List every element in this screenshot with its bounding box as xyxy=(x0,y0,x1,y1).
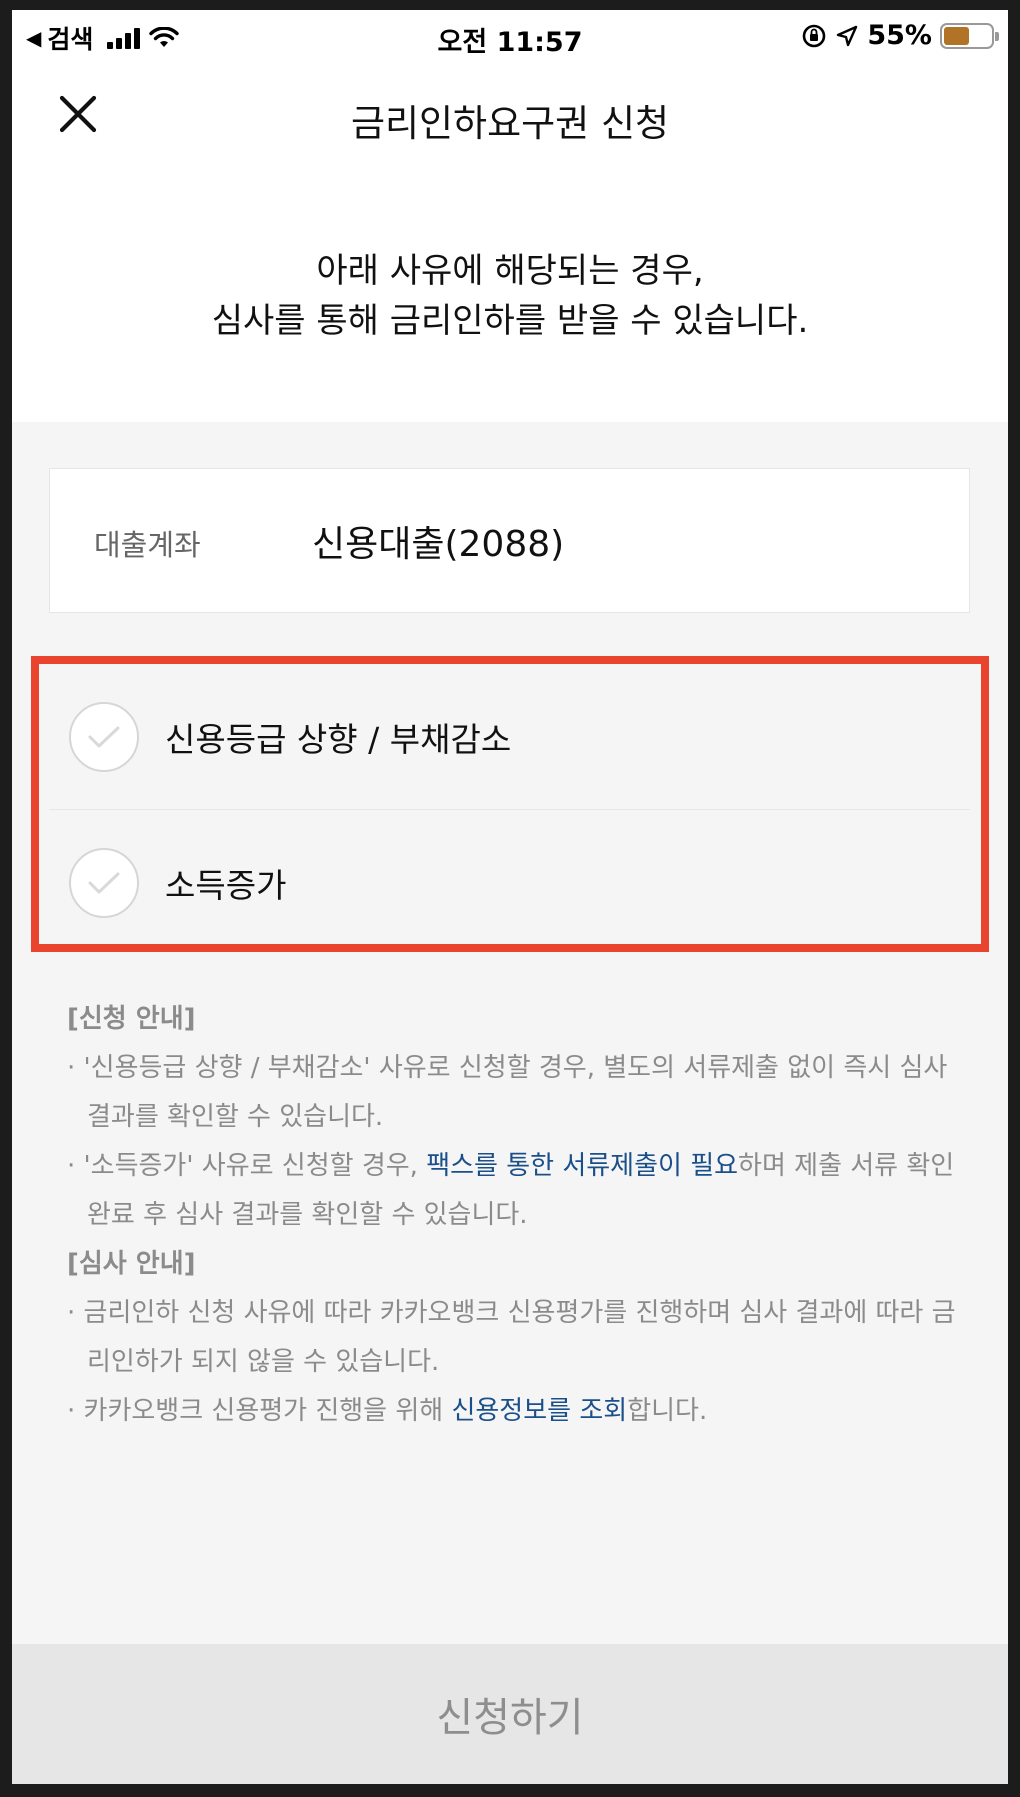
reason-label: 소득증가 xyxy=(165,865,287,905)
reason-list: 신용등급 상향 / 부채감소 소득증가 xyxy=(49,665,970,955)
rotation-lock-icon xyxy=(803,24,826,47)
notice-section: [신청 안내] · '신용등급 상향 / 부채감소' 사유로 신청할 경우, 별… xyxy=(67,995,967,1436)
checkmark-icon xyxy=(88,872,120,893)
reason-option-income[interactable]: 소득증가 xyxy=(49,810,970,955)
submit-button[interactable]: 신청하기 xyxy=(12,1644,1008,1784)
intro-line-1: 아래 사유에 해당되는 경우, xyxy=(316,251,704,291)
reason-option-credit[interactable]: 신용등급 상향 / 부채감소 xyxy=(49,665,970,810)
review-item-2-text: · 카카오뱅크 신용평가 진행을 위해 xyxy=(67,1396,452,1426)
review-guide-item-2: · 카카오뱅크 신용평가 진행을 위해 신용정보를 조회합니다. xyxy=(67,1387,967,1436)
apply-guide-item-2: · '소득증가' 사유로 신청할 경우, 팩스를 통한 서류제출이 필요하며 제… xyxy=(67,1142,967,1240)
loan-account-card: 대출계좌 신용대출(2088) xyxy=(49,468,970,613)
intro-line-2: 심사를 통해 금리인하를 받을 수 있습니다. xyxy=(211,301,809,341)
battery-tip xyxy=(995,31,999,41)
account-label: 대출계좌 xyxy=(94,528,201,562)
review-guide-item-1: · 금리인하 신청 사유에 따라 카카오뱅크 신용평가를 진행하며 심사 결과에… xyxy=(67,1298,956,1377)
device-frame: ◀ 검색 오전 11:57 55% 금리인하요구권 신청 아래 사유에 해당되는… xyxy=(0,0,1020,1797)
apply-guide-heading: [신청 안내] xyxy=(67,1004,196,1034)
apply-guide-item-1: · '신용등급 상향 / 부채감소' 사유로 신청할 경우, 별도의 서류제출 … xyxy=(67,1053,948,1132)
app-screen: ◀ 검색 오전 11:57 55% 금리인하요구권 신청 아래 사유에 해당되는… xyxy=(12,10,1008,1784)
status-right: 55% xyxy=(801,20,999,51)
submit-label: 신청하기 xyxy=(436,1695,584,1741)
status-bar: ◀ 검색 오전 11:57 55% xyxy=(12,10,1008,62)
review-item-2-text-end: 합니다. xyxy=(627,1396,708,1426)
reason-label: 신용등급 상향 / 부채감소 xyxy=(165,720,512,759)
check-circle[interactable] xyxy=(69,702,139,772)
page-title: 금리인하요구권 신청 xyxy=(350,102,670,145)
apply-item-2-text: · '소득증가' 사유로 신청할 경우, xyxy=(67,1151,427,1181)
account-value: 신용대출(2088) xyxy=(312,524,565,565)
credit-info-link[interactable]: 신용정보를 조회 xyxy=(451,1396,627,1426)
check-circle[interactable] xyxy=(69,847,139,918)
review-guide-heading: [심사 안내] xyxy=(67,1249,196,1279)
battery-percent: 55% xyxy=(867,20,932,51)
intro-section: 아래 사유에 해당되는 경우, 심사를 통해 금리인하를 받을 수 있습니다. xyxy=(12,182,1008,422)
battery-icon xyxy=(940,22,999,49)
battery-level xyxy=(944,26,970,45)
nav-bar: 금리인하요구권 신청 xyxy=(12,62,1008,182)
checkmark-icon xyxy=(88,726,120,748)
location-arrow-icon xyxy=(837,25,858,46)
fax-document-link[interactable]: 팩스를 통한 서류제출이 필요 xyxy=(426,1151,738,1181)
